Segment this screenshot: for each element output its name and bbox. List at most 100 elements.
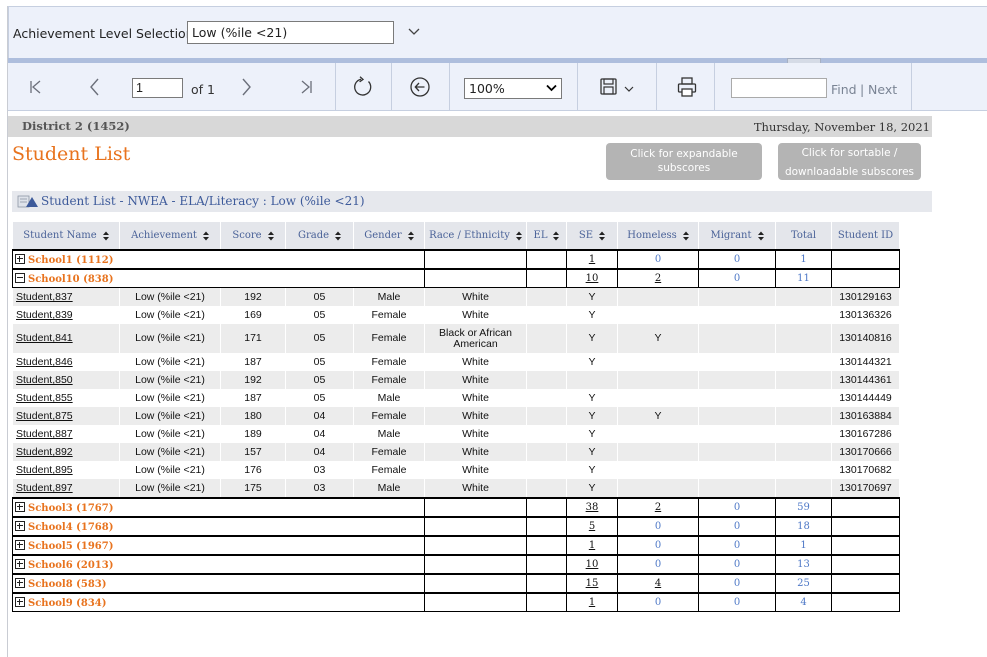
save-icon[interactable] xyxy=(596,75,640,99)
sort-icon[interactable] xyxy=(267,231,274,241)
se-count-link[interactable]: 10 xyxy=(586,273,599,284)
refresh-icon[interactable] xyxy=(351,75,375,99)
sort-icon[interactable] xyxy=(682,231,689,241)
se-count-link[interactable]: 15 xyxy=(586,578,599,589)
student-name[interactable]: Student,897 xyxy=(12,479,120,498)
sort-icon[interactable] xyxy=(515,231,522,241)
column-header[interactable]: Achievement xyxy=(119,221,221,251)
expand-icon[interactable] xyxy=(15,596,25,607)
next-link[interactable]: Next xyxy=(868,82,897,97)
se-count[interactable]: 10 xyxy=(566,268,618,288)
homeless-cell xyxy=(617,479,699,498)
school-name-cell[interactable]: School3 (1767) xyxy=(12,497,425,518)
find-link[interactable]: Find xyxy=(831,82,857,97)
se-count[interactable]: 38 xyxy=(566,497,618,518)
achievement-level-input[interactable]: Low (%ile <21) xyxy=(187,21,394,44)
student-id-cell xyxy=(831,497,900,518)
column-header[interactable]: SE xyxy=(566,221,618,251)
school-name-cell[interactable]: School5 (1967) xyxy=(12,535,425,556)
collapse-icon[interactable] xyxy=(15,272,25,283)
homeless-count[interactable]: 2 xyxy=(617,497,699,518)
student-name[interactable]: Student,887 xyxy=(12,425,120,443)
column-header[interactable]: Race / Ethnicity xyxy=(424,221,527,251)
student-name-link[interactable]: Student,841 xyxy=(16,332,73,344)
se-count-link[interactable]: 10 xyxy=(586,559,599,570)
sort-icon[interactable] xyxy=(102,231,109,241)
student-name-link[interactable]: Student,850 xyxy=(16,374,73,386)
sortable-subscores-button[interactable]: Click for sortable / downloadable subsco… xyxy=(778,143,921,180)
se-count-link[interactable]: 1 xyxy=(589,540,595,551)
column-header[interactable]: Grade xyxy=(285,221,354,251)
sort-icon[interactable] xyxy=(202,231,209,241)
homeless-count-link[interactable]: 2 xyxy=(655,273,661,284)
sort-icon[interactable] xyxy=(599,231,606,241)
sort-icon[interactable] xyxy=(407,231,414,241)
sort-icon[interactable] xyxy=(757,231,764,241)
expand-icon[interactable] xyxy=(15,558,25,569)
student-name[interactable]: Student,846 xyxy=(12,353,120,371)
student-name-link[interactable]: Student,846 xyxy=(16,356,73,368)
se-count-link[interactable]: 5 xyxy=(589,521,595,532)
column-header[interactable]: Student Name xyxy=(12,221,120,251)
column-header[interactable]: Migrant xyxy=(698,221,776,251)
expand-icon[interactable] xyxy=(15,539,25,550)
expand-icon[interactable] xyxy=(15,501,25,512)
page-number-input[interactable] xyxy=(132,78,183,98)
back-icon[interactable] xyxy=(408,75,432,99)
student-name[interactable]: Student,839 xyxy=(12,306,120,324)
column-header[interactable]: Homeless xyxy=(617,221,699,251)
total-cell xyxy=(775,443,832,461)
se-count[interactable]: 1 xyxy=(566,592,618,612)
school-name-cell[interactable]: School4 (1768) xyxy=(12,516,425,537)
sort-icon[interactable] xyxy=(335,231,342,241)
expand-icon[interactable] xyxy=(15,253,25,264)
homeless-count[interactable]: 4 xyxy=(617,573,699,594)
student-name-link[interactable]: Student,892 xyxy=(16,446,73,458)
student-name-link[interactable]: Student,875 xyxy=(16,410,73,422)
school-name-cell[interactable]: School8 (583) xyxy=(12,573,425,594)
homeless-count-link[interactable]: 2 xyxy=(655,502,661,513)
se-count[interactable]: 15 xyxy=(566,573,618,594)
expand-icon[interactable] xyxy=(15,577,25,588)
first-page-icon[interactable] xyxy=(24,75,48,99)
student-name-link[interactable]: Student,837 xyxy=(16,291,73,303)
se-count[interactable]: 5 xyxy=(566,516,618,537)
se-count-link[interactable]: 1 xyxy=(589,254,595,265)
se-count-link[interactable]: 38 xyxy=(586,502,599,513)
sort-icon[interactable] xyxy=(553,231,560,241)
column-header[interactable]: Gender xyxy=(353,221,425,251)
last-page-icon[interactable] xyxy=(294,75,318,99)
find-input[interactable] xyxy=(731,78,827,98)
student-name-link[interactable]: Student,897 xyxy=(16,482,73,494)
student-name[interactable]: Student,837 xyxy=(12,287,120,306)
student-name[interactable]: Student,895 xyxy=(12,461,120,479)
homeless-count-link[interactable]: 4 xyxy=(655,578,661,589)
student-name-link[interactable]: Student,895 xyxy=(16,464,73,476)
se-count[interactable]: 10 xyxy=(566,554,618,575)
expandable-subscores-button[interactable]: Click for expandable subscores xyxy=(606,143,762,180)
student-name-link[interactable]: Student,839 xyxy=(16,309,73,321)
student-name[interactable]: Student,855 xyxy=(12,389,120,407)
previous-page-icon[interactable] xyxy=(83,75,107,99)
homeless-count[interactable]: 2 xyxy=(617,268,699,288)
student-name[interactable]: Student,841 xyxy=(12,324,120,353)
column-header[interactable]: EL xyxy=(526,221,567,251)
column-header[interactable]: Score xyxy=(220,221,286,251)
student-name-link[interactable]: Student,887 xyxy=(16,428,73,440)
se-count[interactable]: 1 xyxy=(566,249,618,270)
school-name-cell[interactable]: School10 (838) xyxy=(12,268,425,288)
se-count-link[interactable]: 1 xyxy=(589,597,595,608)
school-name-cell[interactable]: School1 (1112) xyxy=(12,249,425,270)
student-name[interactable]: Student,875 xyxy=(12,407,120,425)
print-icon[interactable] xyxy=(675,75,699,99)
next-page-icon[interactable] xyxy=(234,75,258,99)
school-name-cell[interactable]: School9 (834) xyxy=(12,592,425,612)
student-name[interactable]: Student,892 xyxy=(12,443,120,461)
expand-icon[interactable] xyxy=(15,520,25,531)
student-name[interactable]: Student,850 xyxy=(12,371,120,389)
chevron-down-icon[interactable] xyxy=(407,27,421,37)
se-count[interactable]: 1 xyxy=(566,535,618,556)
zoom-select[interactable]: 100% xyxy=(464,78,562,99)
student-name-link[interactable]: Student,855 xyxy=(16,392,73,404)
school-name-cell[interactable]: School6 (2013) xyxy=(12,554,425,575)
